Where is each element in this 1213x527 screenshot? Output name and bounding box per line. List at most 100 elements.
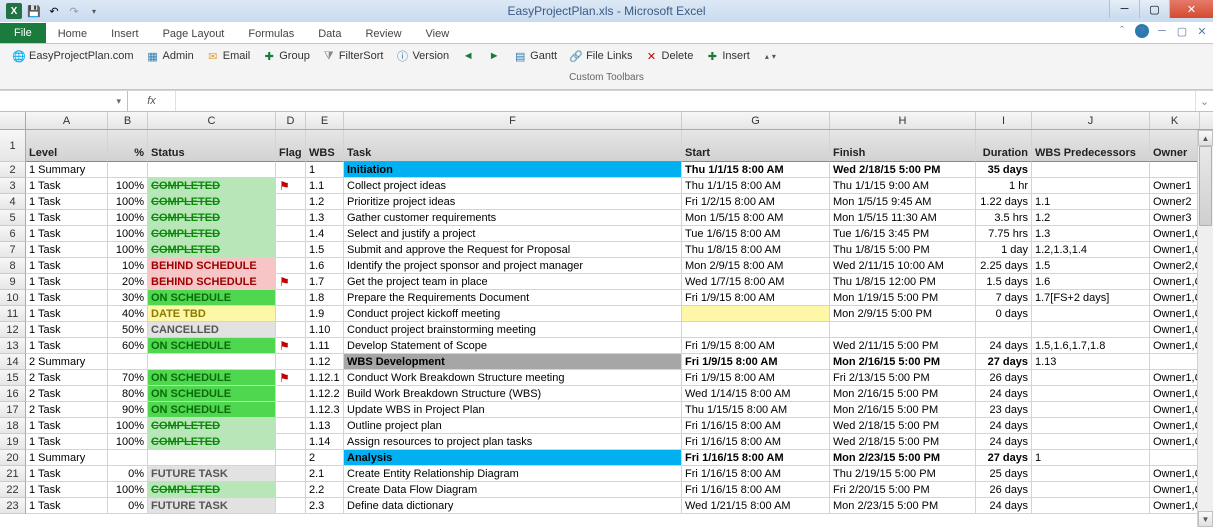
col-header-j[interactable]: J [1032, 112, 1150, 129]
cell[interactable]: DATE TBD [148, 306, 276, 322]
cell[interactable]: Owner1,O [1150, 386, 1200, 402]
cell[interactable]: Owner1,O [1150, 242, 1200, 258]
cell[interactable]: COMPLETED [148, 482, 276, 498]
cell[interactable]: 70% [108, 370, 148, 386]
name-box[interactable] [0, 91, 128, 111]
cell[interactable]: Mon 2/16/15 5:00 PM [830, 402, 976, 418]
cell[interactable] [1032, 306, 1150, 322]
scroll-down-icon[interactable]: ▼ [1198, 511, 1213, 527]
cell[interactable]: 1.3 [1032, 226, 1150, 242]
cell[interactable]: ON SCHEDULE [148, 338, 276, 354]
qat-dropdown-icon[interactable]: ▾ [86, 3, 102, 19]
cell[interactable]: ON SCHEDULE [148, 290, 276, 306]
cell[interactable]: Owner1,O [1150, 466, 1200, 482]
cell[interactable]: Thu 1/8/15 8:00 AM [682, 242, 830, 258]
cell[interactable]: Mon 1/5/15 8:00 AM [682, 210, 830, 226]
cell[interactable]: 1 Task [26, 434, 108, 450]
cell[interactable]: 1.5 days [976, 274, 1032, 290]
cell[interactable]: 1.7[FS+2 days] [1032, 290, 1150, 306]
cell[interactable]: Owner1,O [1150, 306, 1200, 322]
cell[interactable]: 3.5 hrs [976, 210, 1032, 226]
cell[interactable]: 1.22 days [976, 194, 1032, 210]
row-header[interactable]: 9 [0, 274, 26, 290]
toolbar-nav-prev[interactable]: ◄ [457, 48, 479, 64]
row-header[interactable]: 13 [0, 338, 26, 354]
cell[interactable]: CANCELLED [148, 322, 276, 338]
toolbar-filelinks[interactable]: 🔗File Links [565, 48, 636, 64]
cell[interactable]: Fri 2/20/15 5:00 PM [830, 482, 976, 498]
cell[interactable]: 100% [108, 194, 148, 210]
cell[interactable]: ⚑ [276, 178, 306, 194]
cell[interactable]: 23 days [976, 402, 1032, 418]
cell[interactable]: Fri 1/2/15 8:00 AM [682, 194, 830, 210]
cell[interactable]: 1 Task [26, 258, 108, 274]
row-header[interactable]: 20 [0, 450, 26, 466]
cell[interactable] [1032, 498, 1150, 514]
cell[interactable]: Owner1,O [1150, 338, 1200, 354]
cell[interactable]: 0 days [976, 306, 1032, 322]
cell[interactable]: Owner1,O [1150, 402, 1200, 418]
cell[interactable]: 1.2 [1032, 210, 1150, 226]
cell[interactable]: Mon 2/9/15 8:00 AM [682, 258, 830, 274]
toolbar-easyprojectplan[interactable]: 🌐EasyProjectPlan.com [8, 48, 138, 64]
cell[interactable]: Fri 1/9/15 8:00 AM [682, 290, 830, 306]
cell[interactable]: Fri 2/13/15 5:00 PM [830, 370, 976, 386]
cell[interactable]: Gather customer requirements [344, 210, 682, 226]
cell[interactable]: Mon 1/19/15 5:00 PM [830, 290, 976, 306]
row-header[interactable]: 3 [0, 178, 26, 194]
cell[interactable]: 2.25 days [976, 258, 1032, 274]
cell[interactable]: Owner1,O [1150, 290, 1200, 306]
cell[interactable] [1032, 482, 1150, 498]
cell[interactable]: 27 days [976, 450, 1032, 466]
cell[interactable]: Create Data Flow Diagram [344, 482, 682, 498]
cell[interactable]: Start [682, 130, 830, 162]
tab-page-layout[interactable]: Page Layout [151, 25, 237, 43]
cell[interactable]: 20% [108, 274, 148, 290]
tab-formulas[interactable]: Formulas [236, 25, 306, 43]
cell[interactable]: Prioritize project ideas [344, 194, 682, 210]
cell[interactable]: Select and justify a project [344, 226, 682, 242]
maximize-button[interactable]: ▢ [1139, 0, 1169, 18]
cell[interactable] [276, 466, 306, 482]
cell[interactable]: 1.14 [306, 434, 344, 450]
cell[interactable] [276, 290, 306, 306]
cell[interactable]: Owner1 [1150, 178, 1200, 194]
fx-icon[interactable]: fx [128, 91, 176, 111]
cell[interactable]: 90% [108, 402, 148, 418]
cell[interactable]: Build Work Breakdown Structure (WBS) [344, 386, 682, 402]
cell[interactable]: Develop Statement of Scope [344, 338, 682, 354]
cell[interactable]: COMPLETED [148, 178, 276, 194]
row-header[interactable]: 17 [0, 402, 26, 418]
cell[interactable]: ⚑ [276, 370, 306, 386]
cell[interactable] [148, 450, 276, 466]
cell[interactable]: 1 day [976, 242, 1032, 258]
cell[interactable]: 1 hr [976, 178, 1032, 194]
cell[interactable] [108, 354, 148, 370]
cell[interactable] [276, 226, 306, 242]
cell[interactable]: Owner2 [1150, 194, 1200, 210]
cell[interactable]: Wed 2/18/15 5:00 PM [830, 162, 976, 178]
workbook-minimize-icon[interactable]: ─ [1155, 24, 1169, 38]
cell[interactable]: Status [148, 130, 276, 162]
cell[interactable]: Thu 2/19/15 5:00 PM [830, 466, 976, 482]
cell[interactable] [1150, 162, 1200, 178]
cell[interactable]: Owner1,O [1150, 482, 1200, 498]
cell[interactable]: Wed 2/11/15 5:00 PM [830, 338, 976, 354]
row-header[interactable]: 18 [0, 418, 26, 434]
cell[interactable] [276, 162, 306, 178]
cell[interactable]: 2 Task [26, 386, 108, 402]
tab-data[interactable]: Data [306, 25, 353, 43]
cell[interactable]: FUTURE TASK [148, 466, 276, 482]
cell[interactable]: 26 days [976, 482, 1032, 498]
toolbar-gantt[interactable]: ▤Gantt [509, 48, 561, 64]
cell[interactable]: 2 Summary [26, 354, 108, 370]
cell[interactable]: 1 Task [26, 498, 108, 514]
col-header-g[interactable]: G [682, 112, 830, 129]
cell[interactable]: Flag [276, 130, 306, 162]
col-header-i[interactable]: I [976, 112, 1032, 129]
tab-home[interactable]: Home [46, 25, 99, 43]
cell[interactable]: FUTURE TASK [148, 498, 276, 514]
cell[interactable] [1032, 162, 1150, 178]
cell[interactable]: BEHIND SCHEDULE [148, 258, 276, 274]
tab-review[interactable]: Review [353, 25, 413, 43]
